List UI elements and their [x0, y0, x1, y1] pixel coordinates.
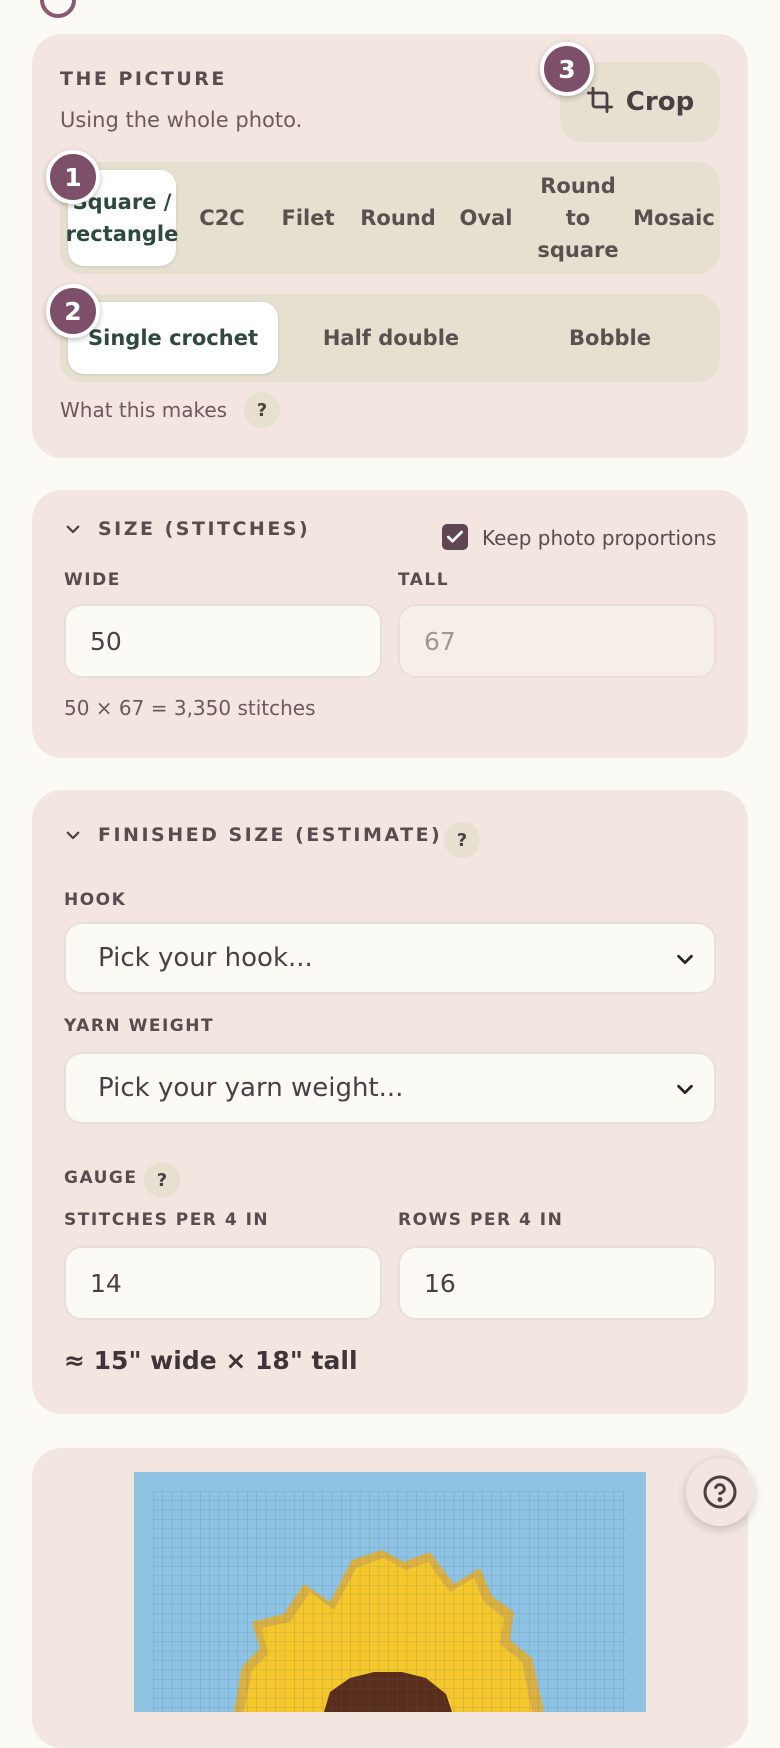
style-selector: Square / rectangle C2C Filet Round Oval … [60, 162, 720, 274]
size-section-toggle[interactable]: SIZE (STITCHES) [64, 518, 310, 540]
question-circle-icon [703, 1475, 737, 1509]
gauge-label: GAUGE [64, 1168, 138, 1188]
stitch-count-summary: 50 × 67 = 3,350 stitches [64, 696, 316, 720]
hook-select[interactable]: Pick your hook... [64, 922, 716, 994]
style-option-c2c[interactable]: C2C [184, 162, 260, 274]
style-option-round-to-square[interactable]: Round to square [528, 162, 628, 274]
stitch-selector: Single crochet Half double Bobble [60, 294, 720, 382]
wide-label: WIDE [64, 570, 121, 590]
chevron-down-icon [66, 831, 80, 840]
style-option-filet[interactable]: Filet [268, 162, 348, 274]
stitch-option-half-double[interactable]: Half double [282, 294, 500, 382]
hook-select-value: Pick your hook... [98, 943, 313, 973]
picture-subtitle: Using the whole photo. [60, 108, 303, 132]
crop-icon [586, 86, 614, 118]
step-badge-3: 3 [540, 42, 594, 96]
stitches-per-4in-input[interactable]: 14 [64, 1246, 382, 1320]
chevron-down-icon [66, 525, 80, 534]
finished-size-section-toggle[interactable]: FINISHED SIZE (ESTIMATE) [64, 824, 442, 846]
what-this-makes-help-icon[interactable]: ? [244, 392, 280, 428]
stitch-option-bobble[interactable]: Bobble [504, 294, 716, 382]
checkmark-icon [447, 530, 463, 543]
help-button[interactable] [686, 1458, 754, 1526]
finished-size-help-icon[interactable]: ? [444, 822, 480, 858]
tall-label: TALL [398, 570, 450, 590]
keep-proportions-label: Keep photo proportions [482, 526, 717, 550]
pattern-preview-image [134, 1472, 646, 1712]
rows-per-4in-label: ROWS PER 4 IN [398, 1210, 564, 1230]
step-badge-2: 2 [46, 284, 100, 338]
picture-heading: THE PICTURE [60, 68, 227, 90]
stitches-per-4in-label: STITCHES PER 4 IN [64, 1210, 270, 1230]
style-option-mosaic[interactable]: Mosaic [632, 162, 716, 274]
gauge-help-icon[interactable]: ? [144, 1162, 180, 1198]
wide-input[interactable]: 50 [64, 604, 382, 678]
preview-card [32, 1448, 748, 1748]
keep-proportions-checkbox[interactable] [442, 524, 468, 550]
style-option-oval[interactable]: Oval [448, 162, 524, 274]
yarn-weight-label: YARN WEIGHT [64, 1016, 215, 1036]
rows-per-4in-input[interactable]: 16 [398, 1246, 716, 1320]
hook-label: HOOK [64, 890, 127, 910]
chevron-down-icon [677, 1084, 693, 1095]
step-indicator-dot [40, 0, 76, 18]
step-badge-1: 1 [46, 150, 100, 204]
finished-size-result: ≈ 15" wide × 18" tall [64, 1346, 358, 1375]
picture-card: THE PICTURE Using the whole photo. Crop … [32, 34, 748, 458]
chevron-down-icon [677, 954, 693, 965]
size-heading: SIZE (STITCHES) [98, 518, 311, 540]
yarn-weight-select-value: Pick your yarn weight... [98, 1073, 404, 1103]
crop-label: Crop [625, 87, 695, 117]
what-this-makes-label: What this makes [60, 398, 228, 422]
finished-size-heading: FINISHED SIZE (ESTIMATE) [98, 824, 443, 846]
tall-input[interactable]: 67 [398, 604, 716, 678]
yarn-weight-select[interactable]: Pick your yarn weight... [64, 1052, 716, 1124]
size-card: SIZE (STITCHES) Keep photo proportions W… [32, 490, 748, 758]
style-option-round[interactable]: Round [356, 162, 440, 274]
finished-size-card: FINISHED SIZE (ESTIMATE) ? HOOK Pick you… [32, 790, 748, 1414]
